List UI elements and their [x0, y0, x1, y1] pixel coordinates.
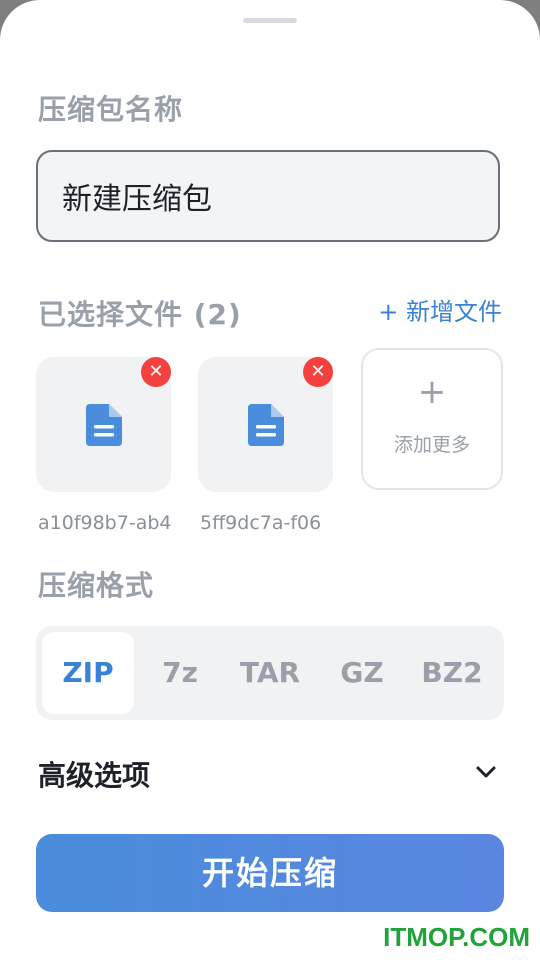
watermark-logo: ITMOP.COM: [383, 922, 530, 952]
remove-file-button[interactable]: ✕: [303, 357, 333, 387]
remove-file-button[interactable]: ✕: [141, 357, 171, 387]
format-option-bz2[interactable]: BZ2: [406, 632, 498, 714]
bottom-sheet: 压缩包名称 已选择文件 (2) + 新增文件 ✕ a10f98b7-ab4 ✕ …: [0, 0, 540, 960]
file-name: a10f98b7-ab4: [38, 512, 172, 534]
add-more-label: 添加更多: [393, 434, 470, 456]
document-icon: [86, 404, 122, 446]
file-name: 5ff9dc7a-f06: [200, 512, 322, 534]
add-more-button[interactable]: + 添加更多: [361, 348, 503, 490]
format-selector: ZIP 7z TAR GZ BZ2: [36, 626, 504, 720]
format-option-7z[interactable]: 7z: [134, 632, 226, 714]
advanced-options-toggle[interactable]: 高级选项: [38, 754, 150, 794]
selected-files-label: 已选择文件 (2): [38, 298, 242, 331]
add-file-link[interactable]: + 新增文件: [378, 292, 502, 327]
remove-icon: ✕: [148, 361, 164, 382]
plus-icon: +: [417, 372, 447, 412]
drag-handle[interactable]: [243, 18, 297, 23]
remove-icon: ✕: [310, 361, 326, 382]
document-icon: [248, 404, 284, 446]
compression-format-label: 压缩格式: [38, 569, 155, 602]
archive-name-input[interactable]: [36, 150, 500, 242]
format-option-zip[interactable]: ZIP: [42, 632, 134, 714]
chevron-down-icon[interactable]: [474, 762, 498, 782]
start-compress-button[interactable]: 开始压缩: [36, 834, 504, 912]
format-option-gz[interactable]: GZ: [316, 632, 408, 714]
archive-name-label: 压缩包名称: [38, 93, 184, 126]
format-option-tar[interactable]: TAR: [224, 632, 316, 714]
